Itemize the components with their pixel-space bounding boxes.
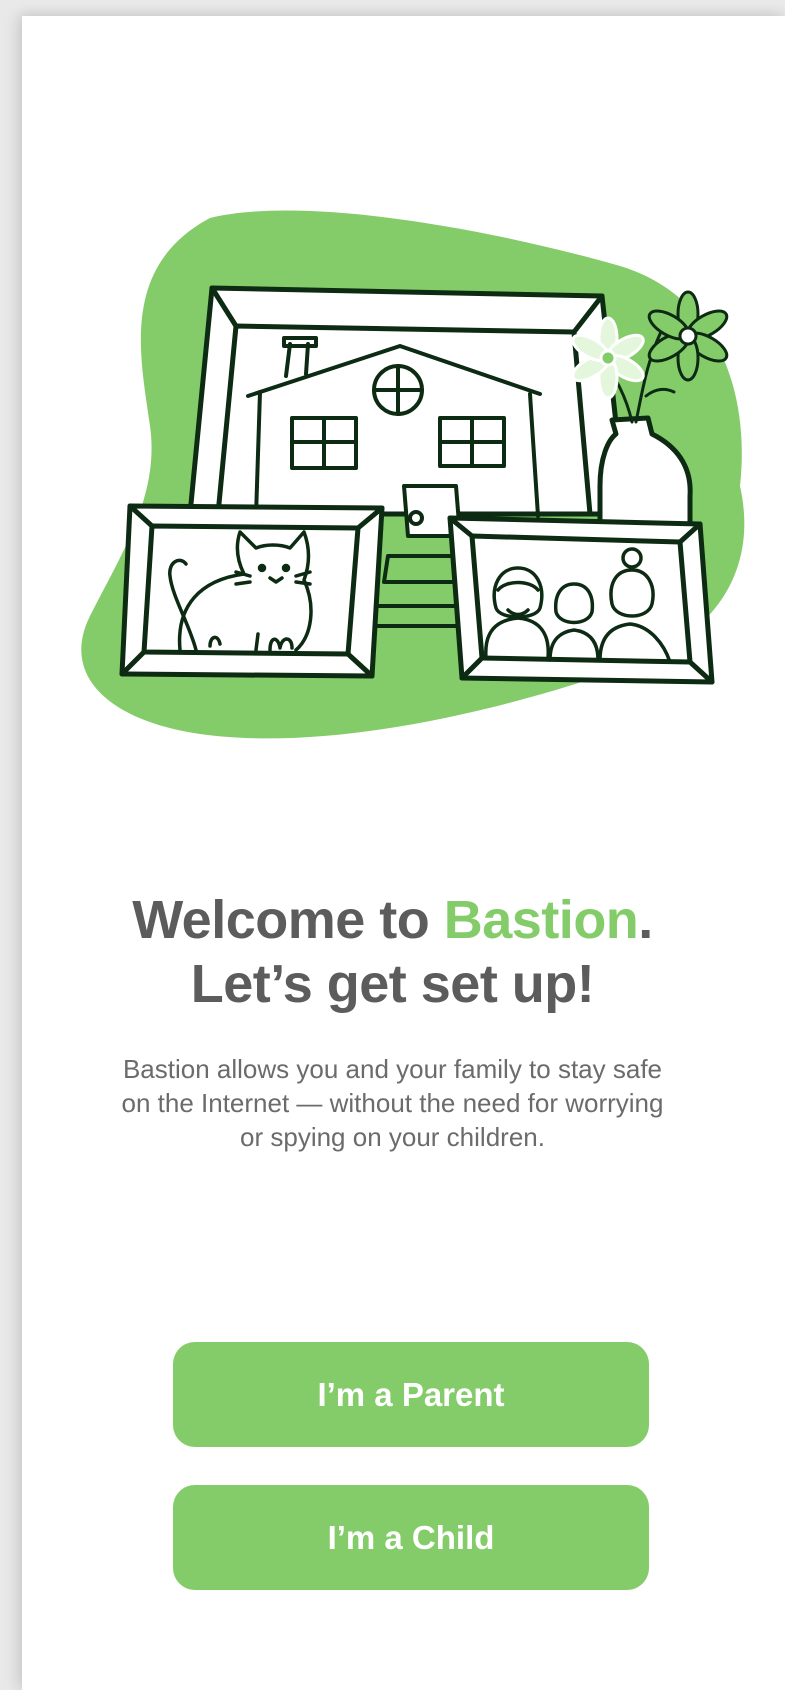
child-button[interactable]: I’m a Child bbox=[173, 1485, 649, 1590]
welcome-suffix: . bbox=[638, 890, 653, 950]
family-home-illustration bbox=[81, 210, 745, 739]
welcome-description: Bastion allows you and your family to st… bbox=[121, 1054, 664, 1152]
welcome-heading: Welcome to Bastion. Let’s get set up! bbox=[0, 888, 785, 1016]
family-picture-frame bbox=[447, 515, 715, 685]
welcome-heading-line-2: Let’s get set up! bbox=[190, 954, 595, 1014]
welcome-heading-line-1: Welcome to Bastion. bbox=[0, 888, 785, 952]
parent-button[interactable]: I’m a Parent bbox=[173, 1342, 649, 1447]
cat-picture-frame bbox=[119, 503, 385, 679]
welcome-prefix: Welcome to bbox=[132, 890, 444, 950]
brand-name: Bastion bbox=[443, 890, 639, 950]
